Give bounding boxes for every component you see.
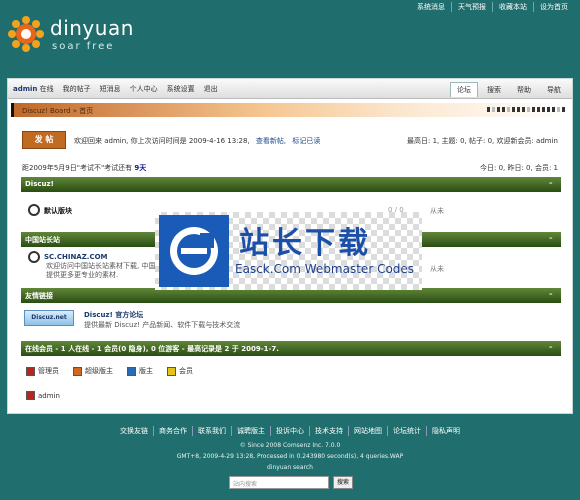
nav-my-posts[interactable]: 我的帖子	[63, 84, 91, 94]
top-links: 系统消息 天气预报 收藏本站 设为首页	[411, 2, 574, 12]
countdown-text: 距2009年5月9日"考试不"考试还有	[22, 164, 133, 172]
member-legend: 管理员 超级版主 版主 会员	[26, 366, 193, 376]
tab-forum[interactable]: 论坛	[450, 82, 478, 97]
user-status: admin 在线	[13, 84, 54, 94]
online-status: 在线	[39, 85, 54, 93]
legend-moderator: 版主	[127, 366, 153, 376]
super-moderator-icon	[73, 366, 82, 376]
breadcrumb-bar: Discuz! Board » 首页	[11, 103, 569, 117]
style-switcher[interactable]	[487, 107, 565, 112]
mark-read-link[interactable]: 标记已读	[292, 137, 320, 145]
partner-description: 提供最新 Discuz! 产品新闻、软件下载与技术交流	[84, 321, 241, 329]
watermark-overlay: 站长下载 Easck.Com Webmaster Codes	[155, 212, 422, 290]
breadcrumb[interactable]: Discuz! Board » 首页	[22, 106, 93, 116]
footer-link[interactable]: 商务合作	[153, 426, 192, 436]
user-navbar: admin 在线 我的帖子 短消息 个人中心 系统设置 退出 论坛 搜索 帮助 …	[8, 79, 572, 99]
footer: 交换友链 商务合作 联系我们 诚聘版主 投诉中心 技术支持 网站地图 论坛统计 …	[0, 426, 580, 471]
footer-links: 交换友链 商务合作 联系我们 诚聘版主 投诉中心 技术支持 网站地图 论坛统计 …	[0, 426, 580, 436]
easck-logo-icon	[159, 215, 229, 287]
tab-navigation[interactable]: 导航	[540, 82, 568, 97]
main-tabs: 论坛 搜索 帮助 导航	[450, 82, 568, 97]
toplink-bookmark[interactable]: 收藏本站	[492, 2, 533, 12]
sunflower-logo-icon[interactable]	[8, 16, 44, 52]
toplink-weather[interactable]: 天气预报	[451, 2, 492, 12]
copyright: © Since 2008 Comsenz Inc. 7.0.0	[239, 442, 341, 449]
daily-stats: 今日: 0, 昨日: 0, 会员: 1	[479, 164, 558, 172]
moderator-icon	[127, 366, 136, 376]
view-new-posts-link[interactable]: 查看新帖,	[256, 137, 286, 145]
legend-super-moderator: 超级版主	[73, 366, 113, 376]
header: 系统消息 天气预报 收藏本站 设为首页 dinyuan soar free	[0, 0, 580, 78]
forum-status-icon	[28, 204, 40, 216]
footer-link[interactable]: 隐私声明	[426, 426, 465, 436]
welcome-message: 欢迎回来 admin, 你上次访问时间是 2009-4-16 13:28, 查看…	[74, 136, 320, 146]
legend-admin: 管理员	[26, 366, 59, 376]
collapse-icon[interactable]: –	[549, 234, 557, 242]
footer-link[interactable]: 联系我们	[192, 426, 231, 436]
collapse-icon[interactable]: –	[549, 179, 557, 187]
brand-name: dinyuan	[50, 16, 134, 40]
partner-name[interactable]: Discuz! 官方论坛	[84, 310, 143, 320]
forum-status-icon	[28, 251, 40, 263]
tab-help[interactable]: 帮助	[510, 82, 538, 97]
forum-last-post: 从未	[430, 265, 444, 273]
user-menu: admin 在线 我的帖子 短消息 个人中心 系统设置 退出	[13, 84, 218, 94]
site-search-label: dinyuan search	[267, 464, 313, 471]
member-icon	[167, 366, 176, 376]
nav-logout[interactable]: 退出	[204, 84, 218, 94]
tab-search[interactable]: 搜索	[480, 82, 508, 97]
search-input[interactable]: 站内搜索	[229, 476, 329, 489]
section-header-links[interactable]: 友情链接 –	[21, 288, 561, 303]
footer-link[interactable]: 论坛统计	[387, 426, 426, 436]
watermark-subtitle: Easck.Com Webmaster Codes	[235, 262, 415, 276]
section-title: 中国站长站	[25, 236, 60, 244]
footer-link[interactable]: 诚聘版主	[231, 426, 270, 436]
search-button[interactable]: 搜索	[333, 476, 353, 489]
toplink-messages[interactable]: 系统消息	[411, 2, 451, 12]
footer-link[interactable]: 投诉中心	[270, 426, 309, 436]
section-title: 在线会员 - 1 人在线 - 1 会员(0 隐身), 0 位游客 - 最高记录是…	[25, 345, 279, 353]
brand-slogan: soar free	[52, 41, 115, 52]
nav-settings[interactable]: 系统设置	[167, 84, 195, 94]
toplink-homepage[interactable]: 设为首页	[533, 2, 574, 12]
footer-search: 站内搜索 搜索	[229, 476, 353, 489]
nav-profile[interactable]: 个人中心	[130, 84, 158, 94]
forum-name[interactable]: SC.CHINAZ.COM	[44, 253, 108, 261]
forum-last-post: 从未	[430, 207, 444, 215]
username-link[interactable]: admin	[13, 85, 37, 93]
countdown-days: 9天	[134, 164, 147, 172]
admin-icon	[26, 391, 35, 400]
processing-info: GMT+8, 2009-4-29 13:28, Processed in 0.2…	[176, 453, 404, 460]
nav-messages[interactable]: 短消息	[100, 84, 121, 94]
section-title: Discuz!	[25, 180, 54, 188]
footer-link[interactable]: 技术支持	[309, 426, 348, 436]
footer-link[interactable]: 交换友链	[115, 426, 153, 436]
forum-stats: 最高日: 1, 主题: 0, 帖子: 0, 欢迎新会员: admin	[407, 137, 558, 145]
section-header-discuz[interactable]: Discuz! –	[21, 177, 561, 192]
forum-description-line2: 提供更多更专业的素材.	[46, 271, 119, 279]
forum-name[interactable]: 默认版块	[44, 206, 72, 216]
watermark-title: 站长下载	[239, 226, 371, 261]
section-title: 友情链接	[25, 292, 53, 300]
online-user[interactable]: admin	[26, 391, 60, 400]
collapse-icon[interactable]: –	[549, 343, 557, 351]
legend-member: 会员	[167, 366, 193, 376]
collapse-icon[interactable]: –	[549, 290, 557, 298]
admin-icon	[26, 366, 35, 376]
exam-countdown: 距2009年5月9日"考试不"考试还有 9天	[22, 163, 146, 173]
welcome-text: 欢迎回来 admin, 你上次访问时间是 2009-4-16 13:28,	[74, 137, 250, 145]
partner-logo[interactable]: Discuz.net	[24, 310, 74, 326]
footer-link[interactable]: 网站地图	[348, 426, 387, 436]
new-post-button[interactable]: 发 帖	[22, 131, 66, 149]
section-header-online[interactable]: 在线会员 - 1 人在线 - 1 会员(0 隐身), 0 位游客 - 最高记录是…	[21, 341, 561, 356]
